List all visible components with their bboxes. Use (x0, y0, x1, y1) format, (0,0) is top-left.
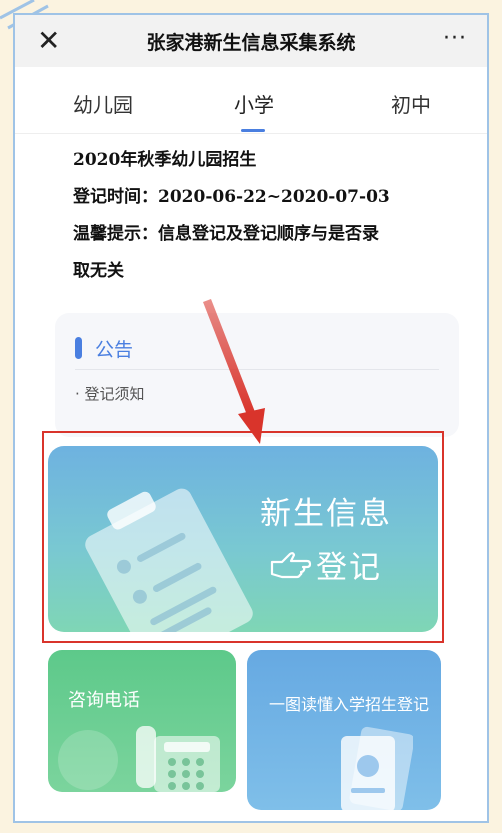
phone-frame: ✕ 张家港新生信息采集系统 ··· 幼儿园 小学 初中 2020年秋季幼儿园招生… (13, 13, 489, 823)
tab-bar: 幼儿园 小学 初中 (15, 67, 487, 134)
consult-phone-card[interactable]: 咨询电话 (48, 650, 236, 792)
tip-line-1: 温馨提示：信息登记及登记顺序与是否录 (73, 224, 379, 244)
close-icon[interactable]: ✕ (37, 21, 60, 61)
register-card-title: 新生信息 (260, 496, 392, 532)
notice-marker (75, 337, 82, 359)
page-title: 张家港新生信息采集系统 (146, 31, 356, 54)
register-action-label: 登记 (316, 550, 382, 586)
more-icon[interactable]: ··· (443, 28, 467, 50)
decor-circle (58, 730, 118, 790)
enrollment-info: 2020年秋季幼儿园招生 登记时间：2020-06-22~2020-07-03 … (73, 142, 453, 290)
tab-primary-school[interactable]: 小学 (194, 89, 314, 118)
enrollment-heading: 2020年秋季幼儿园招生 (73, 150, 257, 170)
notice-title: 公告 (95, 339, 134, 361)
consult-phone-title: 咨询电话 (68, 690, 140, 711)
clipboard-illustration (81, 485, 257, 632)
tip-line-2: 取无关 (73, 261, 124, 281)
tab-kindergarten[interactable]: 幼儿园 (43, 89, 163, 118)
pointing-hand-icon (270, 551, 312, 578)
register-card[interactable]: 新生信息 登记 (48, 446, 438, 632)
enrollment-guide-card[interactable]: 一图读懂入学招生登记 (247, 650, 441, 810)
active-tab-indicator (241, 129, 265, 132)
register-action[interactable]: 登记 (270, 542, 382, 587)
divider (75, 369, 439, 370)
tab-junior-high[interactable]: 初中 (351, 89, 471, 118)
top-bar: ✕ 张家港新生信息采集系统 ··· (15, 15, 487, 67)
document-icon (341, 726, 413, 810)
telephone-icon (136, 726, 220, 792)
notice-item-registration-guide[interactable]: · 登记须知 (75, 383, 145, 404)
notice-card: 公告 · 登记须知 (55, 313, 459, 437)
enrollment-guide-title: 一图读懂入学招生登记 (269, 695, 430, 714)
registration-time: 登记时间：2020-06-22~2020-07-03 (73, 187, 390, 207)
